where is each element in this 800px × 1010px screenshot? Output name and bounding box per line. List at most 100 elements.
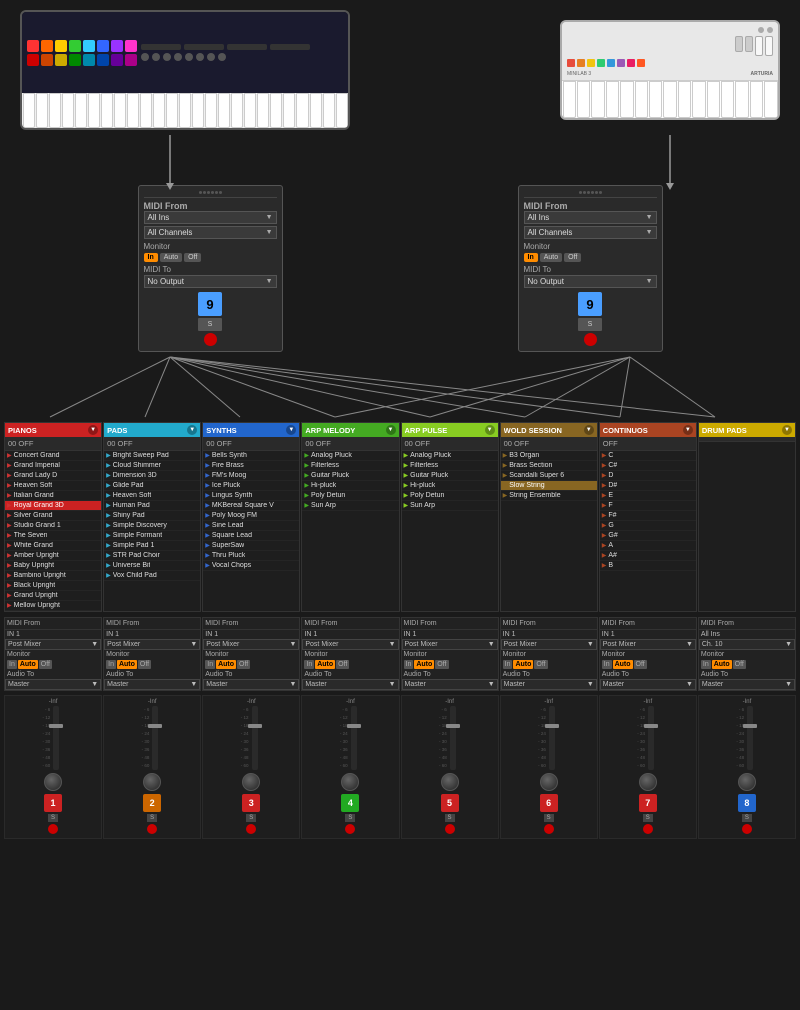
inst-item[interactable]: ▶ Fire Brass: [203, 461, 299, 471]
inst-item[interactable]: ▶ Heaven Soft: [104, 491, 200, 501]
inst-item[interactable]: ▶ F#: [600, 511, 696, 521]
inst-item[interactable]: ▶ Italian Grand: [5, 491, 101, 501]
inst-item[interactable]: ▶ Analog Pluck: [402, 451, 498, 461]
col-header-synths[interactable]: SYNTHS ▼: [203, 423, 299, 437]
inst-item[interactable]: ▶ Poly Detun: [302, 491, 398, 501]
inst-item[interactable]: ▶ Amber Upright: [5, 551, 101, 561]
inst-item[interactable]: ▶ Poly Moog FM: [203, 511, 299, 521]
inst-item[interactable]: ▶ Thru Pluck: [203, 551, 299, 561]
inst-item[interactable]: ▶ Vox Child Pad: [104, 571, 200, 581]
inst-item[interactable]: ▶ B3 Organ: [501, 451, 597, 461]
inst-item[interactable]: ▶ Black Upright: [5, 581, 101, 591]
inst-item[interactable]: ▶ Dimension 3D: [104, 471, 200, 481]
inst-item[interactable]: ▶ String Ensemble: [501, 491, 597, 501]
inst-item[interactable]: ▶ B: [600, 561, 696, 571]
inst-item[interactable]: ▶ Simple Formant: [104, 531, 200, 541]
inst-item[interactable]: ▶ C: [600, 451, 696, 461]
inst-item[interactable]: ▶ Poly Detun: [402, 491, 498, 501]
inst-item[interactable]: ▶ FM's Moog: [203, 471, 299, 481]
inst-item[interactable]: ▶ D: [600, 471, 696, 481]
left-monitor-auto[interactable]: Auto: [160, 253, 182, 262]
inst-item[interactable]: ▶ The Seven: [5, 531, 101, 541]
inst-item[interactable]: ▶ E: [600, 491, 696, 501]
right-s-button[interactable]: S: [578, 318, 602, 331]
inst-item[interactable]: ▶ Heaven Soft: [5, 481, 101, 491]
channel-number-badge: 3: [242, 794, 260, 812]
instrument-column-pianos: PIANOS ▼ 00 OFF ▶ Concert Grand ▶ Grand …: [4, 422, 102, 612]
inst-item[interactable]: ▶ A#: [600, 551, 696, 561]
inst-item[interactable]: ▶ Square Lead: [203, 531, 299, 541]
inst-item[interactable]: ▶ Slow String: [501, 481, 597, 491]
inst-item[interactable]: ▶ Grand Imperial: [5, 461, 101, 471]
inst-item[interactable]: ▶ Grand Upright: [5, 591, 101, 601]
inst-item[interactable]: ▶ Scandalli Super 6: [501, 471, 597, 481]
left-monitor-in[interactable]: In: [144, 253, 158, 262]
right-monitor-off[interactable]: Off: [564, 253, 581, 262]
inst-item[interactable]: ▶ Sun Arp: [302, 501, 398, 511]
inst-item[interactable]: ▶ Concert Grand: [5, 451, 101, 461]
inst-item[interactable]: ▶ A: [600, 541, 696, 551]
col-header-wold[interactable]: WOLD SESSION ▼: [501, 423, 597, 437]
inst-item[interactable]: ▶ G: [600, 521, 696, 531]
inst-item[interactable]: ▶ Bells Synth: [203, 451, 299, 461]
inst-item[interactable]: ▶ Grand Lady D: [5, 471, 101, 481]
minilab-label: MINILAB 3: [567, 71, 591, 77]
inst-item[interactable]: ▶ Studio Grand 1: [5, 521, 101, 531]
inst-item[interactable]: ▶ Glide Pad: [104, 481, 200, 491]
right-rec-button[interactable]: [584, 333, 597, 346]
inst-item[interactable]: ▶ Vocal Chops: [203, 561, 299, 571]
left-rec-button[interactable]: [204, 333, 217, 346]
left-monitor-off[interactable]: Off: [184, 253, 201, 262]
inst-item[interactable]: ▶ Shiny Pad: [104, 511, 200, 521]
inst-item[interactable]: ▶ Brass Section: [501, 461, 597, 471]
channel-number-badge: 2: [143, 794, 161, 812]
inst-item[interactable]: ▶ Guitar Pluck: [402, 471, 498, 481]
channel-number-badge: 1: [44, 794, 62, 812]
inst-item[interactable]: ▶ Guitar Pluck: [302, 471, 398, 481]
col-header-continuos[interactable]: CONTINUOS ▼: [600, 423, 696, 437]
inst-item[interactable]: ▶ Simple Discovery: [104, 521, 200, 531]
inst-item[interactable]: ▶ Simple Pad 1: [104, 541, 200, 551]
inst-item[interactable]: ▶ Sun Arp: [402, 501, 498, 511]
inst-item[interactable]: ▶ F: [600, 501, 696, 511]
inst-item[interactable]: ▶ Human Pad: [104, 501, 200, 511]
right-monitor-auto[interactable]: Auto: [540, 253, 562, 262]
col-header-arp_melody[interactable]: ARP MELODY ▼: [302, 423, 398, 437]
channel-number-badge: 5: [441, 794, 459, 812]
inst-item[interactable]: ▶ Bambino Upright: [5, 571, 101, 581]
inst-item[interactable]: ▶ Bright Sweep Pad: [104, 451, 200, 461]
fader-channel-5: -Inf - 6- 12- 18- 24- 30- 36- 48- 60 5 S: [401, 695, 499, 839]
inst-item[interactable]: ▶ Hi-pluck: [402, 481, 498, 491]
inst-item[interactable]: ▶ D#: [600, 481, 696, 491]
instrument-column-synths: SYNTHS ▼ 00 OFF ▶ Bells Synth ▶ Fire Bra…: [202, 422, 300, 612]
left-track-number: 9: [198, 292, 222, 316]
col-header-pads[interactable]: PADS ▼: [104, 423, 200, 437]
inst-item[interactable]: ▶ SuperSaw: [203, 541, 299, 551]
inst-item[interactable]: ▶ Hi-pluck: [302, 481, 398, 491]
inst-item[interactable]: ▶ Royal Grand 3D: [5, 501, 101, 511]
inst-item[interactable]: ▶ MKBereal Square V: [203, 501, 299, 511]
right-monitor-in[interactable]: In: [524, 253, 538, 262]
inst-item[interactable]: ▶ Baby Upright: [5, 561, 101, 571]
inst-item[interactable]: ▶ Filterless: [302, 461, 398, 471]
inst-item[interactable]: ▶ C#: [600, 461, 696, 471]
fader-channel-4: -Inf - 6- 12- 18- 24- 30- 36- 48- 60 4 S: [301, 695, 399, 839]
inst-item[interactable]: ▶ Silver Grand: [5, 511, 101, 521]
col-header-arp_pulse[interactable]: ARP PULSE ▼: [402, 423, 498, 437]
inst-item[interactable]: ▶ Analog Pluck: [302, 451, 398, 461]
inst-item[interactable]: ▶ STR Pad Choir: [104, 551, 200, 561]
inst-item[interactable]: ▶ Sine Lead: [203, 521, 299, 531]
arturia-label: ARTURIA: [751, 71, 774, 77]
col-header-drum_pads[interactable]: DRUM PADS ▼: [699, 423, 795, 437]
inst-item[interactable]: ▶ Cloud Shimmer: [104, 461, 200, 471]
inst-item[interactable]: ▶ White Grand: [5, 541, 101, 551]
inst-item[interactable]: ▶ Filterless: [402, 461, 498, 471]
inst-item[interactable]: ▶ Lingus Synth: [203, 491, 299, 501]
inst-item[interactable]: ▶ Universe Bit: [104, 561, 200, 571]
instrument-column-arp_pulse: ARP PULSE ▼ 00 OFF ▶ Analog Pluck ▶ Filt…: [401, 422, 499, 612]
col-header-pianos[interactable]: PIANOS ▼: [5, 423, 101, 437]
left-s-button[interactable]: S: [198, 318, 222, 331]
inst-item[interactable]: ▶ Ice Pluck: [203, 481, 299, 491]
inst-item[interactable]: ▶ Mellow Upright: [5, 601, 101, 611]
inst-item[interactable]: ▶ G#: [600, 531, 696, 541]
